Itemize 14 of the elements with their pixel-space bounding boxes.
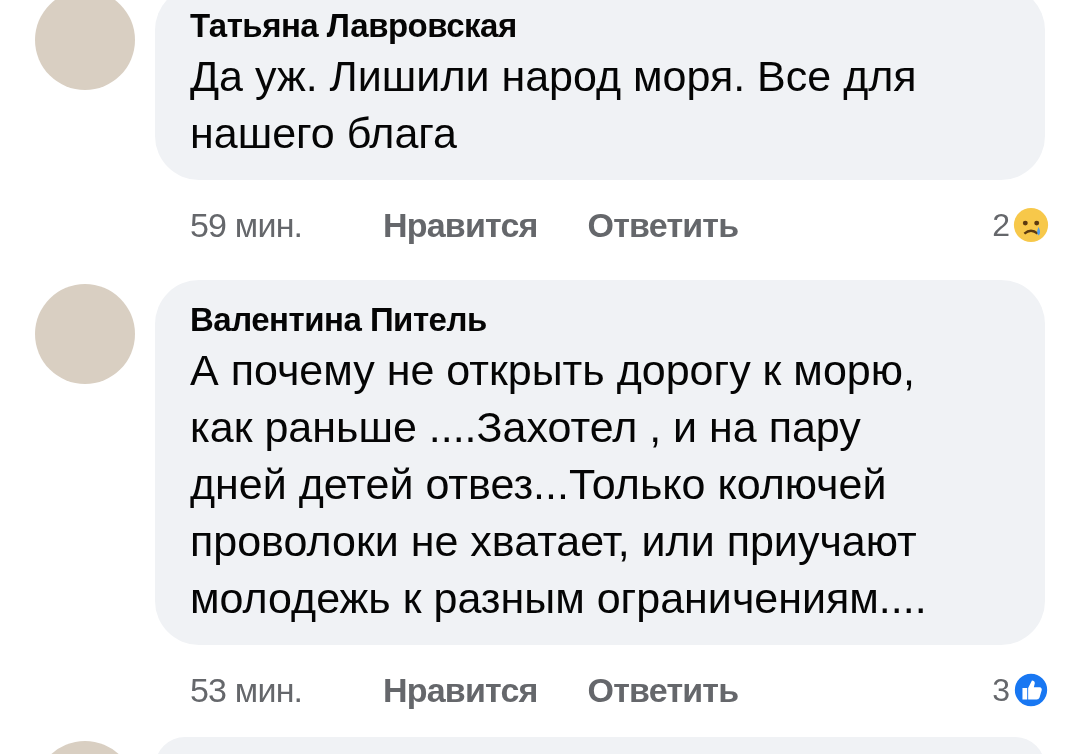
like-button[interactable]: Нравится [383, 205, 538, 245]
reply-button[interactable]: Ответить [587, 205, 739, 245]
comment-text: Да уж. Лишили народ моря. Все для нашего блага [190, 51, 918, 159]
author-name[interactable]: Татьяна Лавровская [190, 4, 1015, 48]
comment-text: А почему не открыть дорогу к морю, как раньше ....Захотел , и на пару дней детей отвез...Только колючей проволоки не хватает, или приучают молодежь к разным ограничениям.... [190, 345, 928, 624]
like-button[interactable]: Нравится [383, 670, 538, 710]
comment-time[interactable]: 53 мин. [190, 670, 383, 710]
author-name[interactable]: Валентина Питель [190, 298, 1015, 342]
thumbs-up-icon[interactable] [1012, 671, 1050, 709]
reaction-count[interactable]: 2 [992, 206, 1010, 244]
sad-face-icon[interactable] [1012, 206, 1050, 244]
comment-time[interactable]: 59 мин. [190, 205, 383, 245]
reply-button[interactable]: Ответить [587, 670, 739, 710]
reaction-count[interactable]: 3 [992, 671, 1010, 709]
